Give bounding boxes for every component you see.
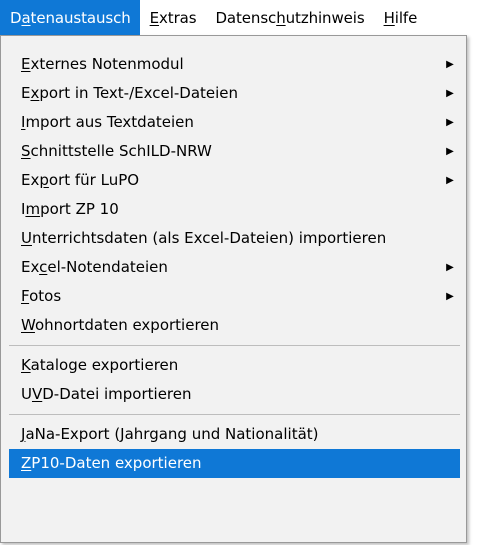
menu-item-label: Kataloge exportieren bbox=[21, 356, 179, 374]
mnemonic-letter: m bbox=[25, 200, 41, 218]
menu-item-label: Schnittstelle SchILD-NRW bbox=[21, 142, 212, 160]
mnemonic-letter: x bbox=[30, 84, 40, 102]
mnemonic-letter: E bbox=[149, 8, 160, 27]
mnemonic-letter: W bbox=[21, 316, 35, 334]
menu-bar: Datenaustausch Extras Datenschutzhinweis… bbox=[0, 0, 485, 35]
menu-item-uvd-datei-importieren[interactable]: UVD-Datei importieren bbox=[9, 380, 460, 409]
dropdown-menu-list: Externes Notenmodul ▶ Export in Text-/Ex… bbox=[9, 50, 460, 478]
submenu-arrow-icon: ▶ bbox=[446, 117, 454, 128]
menu-item-zp10-daten-exportieren[interactable]: ZP10-Daten exportieren bbox=[9, 449, 460, 478]
menu-item-schnittstelle-schild-nrw[interactable]: Schnittstelle SchILD-NRW ▶ bbox=[9, 137, 460, 166]
menu-datenaustausch-label: Datenaustausch bbox=[10, 8, 131, 27]
submenu-arrow-icon: ▶ bbox=[446, 88, 454, 99]
mnemonic-letter: V bbox=[31, 385, 43, 403]
menu-item-label: Export für LuPO bbox=[21, 171, 140, 189]
mnemonic-letter: c bbox=[39, 258, 48, 276]
menu-item-kataloge-exportieren[interactable]: Kataloge exportieren bbox=[9, 351, 460, 380]
menu-item-label: Import aus Textdateien bbox=[21, 113, 194, 131]
menu-item-label: ZP10-Daten exportieren bbox=[21, 454, 202, 472]
submenu-arrow-icon: ▶ bbox=[446, 59, 454, 70]
menu-datenaustausch[interactable]: Datenaustausch bbox=[0, 0, 140, 35]
mnemonic-letter: p bbox=[39, 171, 49, 189]
submenu-arrow-icon: ▶ bbox=[446, 262, 454, 273]
mnemonic-letter: a bbox=[21, 8, 31, 27]
menu-separator bbox=[9, 409, 460, 420]
menu-item-label: JaNa-Export (Jahrgang und Nationalität) bbox=[21, 425, 319, 443]
submenu-arrow-icon: ▶ bbox=[446, 291, 454, 302]
mnemonic-letter: K bbox=[21, 356, 31, 374]
menu-datenschutzhinweis[interactable]: Datenschutzhinweis bbox=[205, 0, 373, 35]
menu-item-label: Unterrichtsdaten (als Excel-Dateien) imp… bbox=[21, 229, 387, 247]
menu-datenschutzhinweis-label: Datenschutzhinweis bbox=[215, 8, 365, 27]
menu-item-import-textdateien[interactable]: Import aus Textdateien ▶ bbox=[9, 108, 460, 137]
mnemonic-letter: U bbox=[21, 229, 32, 247]
menu-extras[interactable]: Extras bbox=[140, 0, 206, 35]
menu-item-wohnortdaten-exportieren[interactable]: Wohnortdaten exportieren bbox=[9, 311, 460, 340]
menu-item-label: UVD-Datei importieren bbox=[21, 385, 192, 403]
mnemonic-letter: F bbox=[21, 287, 30, 305]
datenaustausch-dropdown-menu: Externes Notenmodul ▶ Export in Text-/Ex… bbox=[0, 35, 467, 543]
menu-item-label: Import ZP 10 bbox=[21, 200, 119, 218]
mnemonic-letter: J bbox=[21, 425, 26, 443]
mnemonic-letter: H bbox=[383, 8, 395, 27]
menu-hilfe-label: Hilfe bbox=[383, 8, 418, 27]
menu-item-fotos[interactable]: Fotos ▶ bbox=[9, 282, 460, 311]
mnemonic-letter: Z bbox=[21, 454, 32, 472]
menu-item-externes-notenmodul[interactable]: Externes Notenmodul ▶ bbox=[9, 50, 460, 79]
menu-item-export-lupo[interactable]: Export für LuPO ▶ bbox=[9, 166, 460, 195]
submenu-arrow-icon: ▶ bbox=[446, 146, 454, 157]
menu-item-label: Export in Text-/Excel-Dateien bbox=[21, 84, 239, 102]
menu-item-import-zp10[interactable]: Import ZP 10 bbox=[9, 195, 460, 224]
menu-item-unterrichtsdaten-importieren[interactable]: Unterrichtsdaten (als Excel-Dateien) imp… bbox=[9, 224, 460, 253]
mnemonic-letter: E bbox=[21, 55, 31, 73]
menu-separator bbox=[9, 340, 460, 351]
menu-hilfe[interactable]: Hilfe bbox=[374, 0, 427, 35]
menu-item-excel-notendateien[interactable]: Excel-Notendateien ▶ bbox=[9, 253, 460, 282]
menu-item-jana-export[interactable]: JaNa-Export (Jahrgang und Nationalität) bbox=[9, 420, 460, 449]
mnemonic-letter: I bbox=[21, 113, 26, 131]
application-window: Datenaustausch Extras Datenschutzhinweis… bbox=[0, 0, 485, 545]
menu-extras-label: Extras bbox=[149, 8, 197, 27]
menu-item-label: Fotos bbox=[21, 287, 62, 305]
menu-item-label: Wohnortdaten exportieren bbox=[21, 316, 220, 334]
mnemonic-letter: S bbox=[21, 142, 31, 160]
menu-item-label: Externes Notenmodul bbox=[21, 55, 184, 73]
mnemonic-letter: h bbox=[276, 8, 286, 27]
submenu-arrow-icon: ▶ bbox=[446, 175, 454, 186]
menu-item-export-text-excel[interactable]: Export in Text-/Excel-Dateien ▶ bbox=[9, 79, 460, 108]
menu-item-label: Excel-Notendateien bbox=[21, 258, 168, 276]
